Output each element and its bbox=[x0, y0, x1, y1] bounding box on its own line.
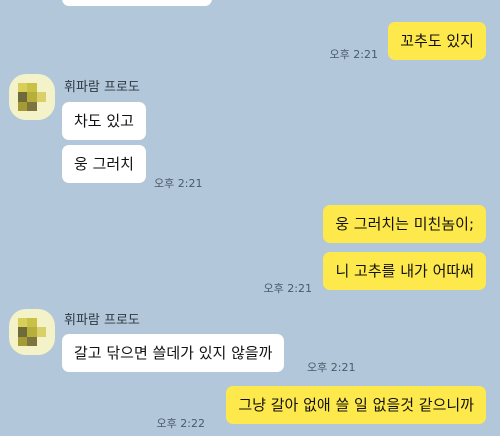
incoming-message[interactable]: 웅 그러치 bbox=[62, 145, 146, 183]
message-time: 오후 2:21 bbox=[329, 48, 378, 61]
message-time: 오후 2:21 bbox=[307, 361, 356, 374]
sender-avatar[interactable] bbox=[9, 309, 55, 355]
outgoing-message[interactable]: 웅 그러치는 미친놈이; bbox=[323, 205, 486, 243]
sender-avatar[interactable] bbox=[9, 74, 55, 120]
message-time: 오후 2:21 bbox=[154, 177, 203, 190]
message-time: 오후 2:21 bbox=[263, 282, 312, 295]
sender-name: 휘파람 프로도 bbox=[64, 80, 140, 95]
partial-message-bubble bbox=[62, 0, 212, 6]
outgoing-message[interactable]: 니 고추를 내가 어따써 bbox=[323, 252, 486, 290]
sender-name: 휘파람 프로도 bbox=[64, 313, 140, 328]
outgoing-message[interactable]: 꼬추도 있지 bbox=[388, 22, 486, 60]
outgoing-message[interactable]: 그냥 갈아 없애 쓸 일 없을것 같으니까 bbox=[226, 386, 486, 424]
incoming-message[interactable]: 차도 있고 bbox=[62, 102, 146, 140]
incoming-message[interactable]: 갈고 닦으면 쓸데가 있지 않을까 bbox=[62, 334, 285, 372]
message-time: 오후 2:22 bbox=[156, 417, 205, 430]
